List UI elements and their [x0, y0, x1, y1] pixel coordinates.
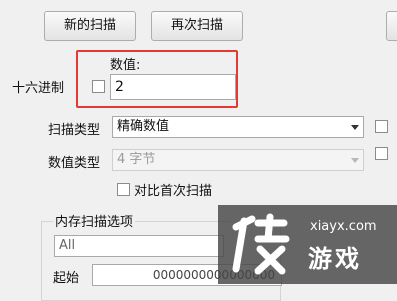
memory-options-label: 内存扫描选项	[53, 211, 136, 230]
compare-first-scan-checkbox[interactable]	[117, 183, 130, 196]
scan-type-value: 精确数值	[117, 119, 170, 134]
value-type-select[interactable]: 4 字节	[112, 149, 364, 171]
value-type-label: 数值类型	[48, 156, 101, 171]
value-input[interactable]: 2	[110, 74, 236, 100]
memory-region-value: All	[59, 238, 76, 253]
compare-first-scan-label: 对比首次扫描	[134, 184, 213, 199]
hex-checkbox[interactable]	[92, 80, 105, 93]
logo-icon	[224, 209, 294, 277]
watermark-brand: 游戏	[308, 245, 362, 273]
start-label: 起始	[53, 271, 80, 286]
chevron-down-icon	[351, 125, 359, 130]
watermark-site: xiayx.com	[310, 219, 377, 234]
hex-label: 十六进制	[12, 81, 65, 96]
value-type-value: 4 字节	[117, 152, 156, 167]
rescan-button[interactable]: 再次扫描	[151, 11, 243, 41]
scan-type-select[interactable]: 精确数值	[112, 116, 364, 138]
right-toolbar-button[interactable]	[386, 11, 397, 41]
chevron-down-icon	[351, 158, 359, 163]
option-checkbox-2[interactable]	[375, 147, 388, 160]
memory-region-select[interactable]: All	[54, 235, 224, 257]
value-label: 数值:	[110, 58, 141, 73]
watermark-overlay: xiayx.com 游戏	[218, 205, 397, 284]
new-scan-button[interactable]: 新的扫描	[44, 11, 136, 41]
option-checkbox-1[interactable]	[375, 120, 388, 133]
scan-type-label: 扫描类型	[48, 123, 101, 138]
